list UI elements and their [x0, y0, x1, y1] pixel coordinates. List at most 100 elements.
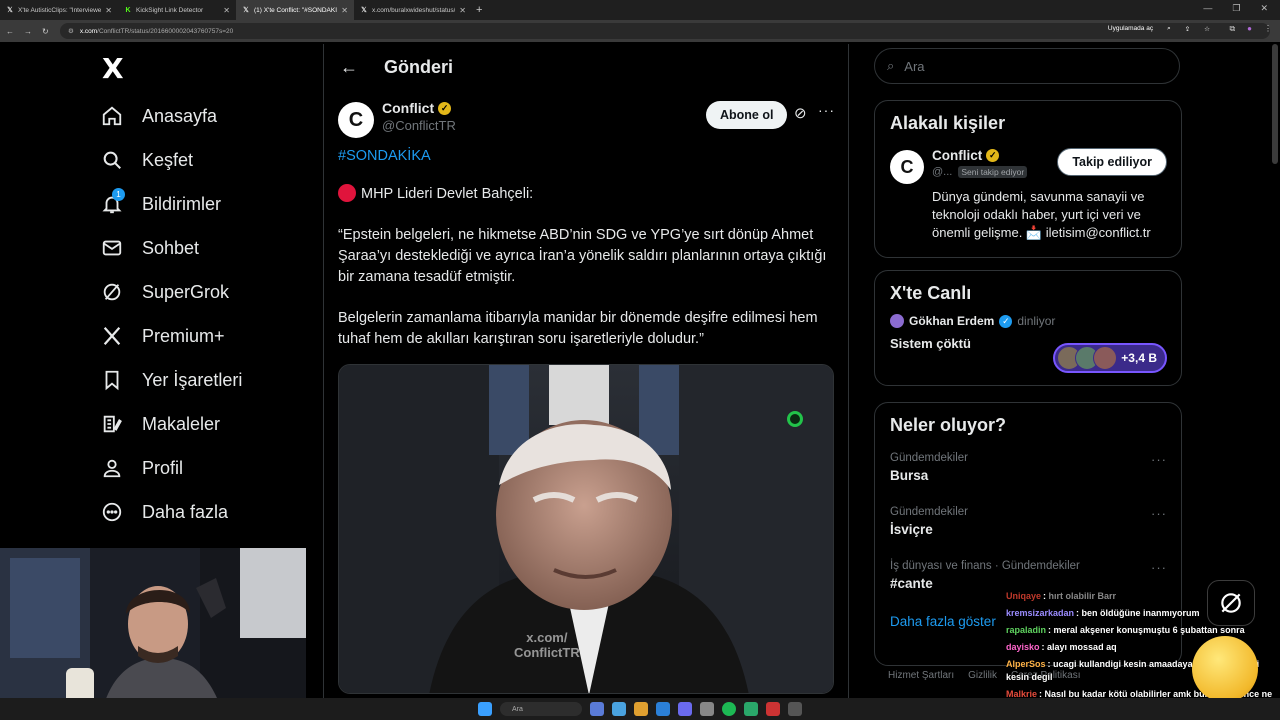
- footer-link[interactable]: Hizmet Şartları: [888, 670, 954, 681]
- nav-item-notifications[interactable]: 1 Bildirimler: [100, 182, 320, 226]
- footer-link[interactable]: Gizlilik: [968, 670, 997, 681]
- minimize-icon[interactable]: —: [1203, 3, 1212, 14]
- verified-badge-icon: ✓: [999, 314, 1013, 328]
- nav-item-more[interactable]: Daha fazla: [100, 490, 320, 534]
- more-options-icon[interactable]: ···: [1151, 506, 1167, 521]
- hashtag-link[interactable]: #SONDAKİKA: [338, 148, 834, 164]
- live-indicator-icon: [787, 411, 803, 427]
- author-name[interactable]: Conflict: [382, 100, 434, 116]
- app-icon[interactable]: [722, 702, 736, 716]
- chat-user: Uniqaye: [1006, 591, 1042, 601]
- more-options-icon[interactable]: ···: [1151, 560, 1167, 575]
- site-info-icon[interactable]: ⚙: [68, 27, 74, 35]
- windows-start-icon[interactable]: [478, 702, 492, 716]
- nav-item-profile[interactable]: Profil: [100, 446, 320, 490]
- post-line: MHP Lideri Devlet Bahçeli:: [338, 184, 834, 205]
- nav-label: Makaleler: [142, 413, 221, 434]
- x-favicon-icon: 𝕏: [361, 7, 367, 14]
- close-tab-icon[interactable]: ✕: [341, 6, 348, 15]
- address-bar[interactable]: ⚙ x.com/ConflictTR/status/20166000020437…: [60, 23, 1270, 39]
- nav-item-chat[interactable]: Sohbet: [100, 226, 320, 270]
- card-title: Alakalı kişiler: [890, 113, 1006, 133]
- nav-item-explore[interactable]: Keşfet: [100, 138, 320, 182]
- app-icon[interactable]: [590, 702, 604, 716]
- nav-label: Bildirimler: [142, 193, 222, 214]
- nav-item-premium[interactable]: Premium+: [100, 314, 320, 358]
- url-domain: x.com: [79, 27, 98, 35]
- page-scrollbar[interactable]: [1272, 44, 1278, 164]
- verified-badge-icon: ✓: [986, 149, 1000, 162]
- menu-kebab-icon[interactable]: ⋮: [1264, 24, 1272, 34]
- more-options-icon[interactable]: ···: [818, 102, 835, 118]
- more-options-icon[interactable]: ···: [1151, 452, 1167, 467]
- left-sidebar: X Anasayfa Keşfet 1 Bildirimler Sohbet S…: [100, 52, 320, 534]
- restore-icon[interactable]: ❐: [1232, 3, 1240, 14]
- bookmark-star-icon[interactable]: ☆: [1204, 25, 1210, 33]
- author-handle[interactable]: @ConflictTR: [382, 118, 456, 133]
- app-icon[interactable]: [634, 702, 648, 716]
- related-bio: Dünya gündemi, savunma sanayii ve teknol…: [932, 189, 1151, 240]
- app-icon[interactable]: [678, 702, 692, 716]
- trend-category: Gündemdekiler: [890, 506, 968, 518]
- nav-label: Daha fazla: [142, 501, 229, 522]
- host-name: Gökhan Erdem: [909, 314, 995, 328]
- nav-item-bookmarks[interactable]: Yer İşaretleri: [100, 358, 320, 402]
- app-icon[interactable]: [612, 702, 626, 716]
- grok-icon: [100, 280, 124, 304]
- following-button[interactable]: Takip ediliyor: [1057, 148, 1167, 176]
- nav-item-supergrok[interactable]: SuperGrok: [100, 270, 320, 314]
- close-window-icon[interactable]: ✕: [1260, 3, 1268, 14]
- chat-text: hırt olabilir Barr: [1048, 591, 1117, 601]
- related-handle: @...: [932, 166, 953, 178]
- new-tab-icon[interactable]: +: [476, 4, 482, 16]
- trend-item[interactable]: Gündemdekiler Bursa ···: [875, 442, 1181, 496]
- browser-tab[interactable]: 𝕏 X'te AutisticClips: "Interviewer: ✕: [0, 0, 118, 20]
- taskbar-search[interactable]: Ara: [500, 702, 582, 716]
- chat-message: rapaladin: meral akşener konuşmuştu 6 şu…: [1006, 625, 1245, 635]
- browser-tab[interactable]: 𝕏 x.com/buralxwideshut/status/2( ✕: [354, 0, 472, 20]
- taskbar-search-label: Ara: [512, 705, 523, 713]
- forward-nav-icon[interactable]: →: [24, 27, 32, 36]
- verified-badge-icon: ✓: [438, 101, 452, 115]
- zoom-icon[interactable]: ⌕: [1167, 25, 1171, 33]
- app-icon[interactable]: [788, 702, 802, 716]
- x-logo-icon[interactable]: X: [102, 52, 320, 86]
- app-icon[interactable]: [700, 702, 714, 716]
- related-avatar[interactable]: C: [890, 150, 924, 184]
- browser-tab[interactable]: K KickSight Link Detector ✕: [118, 0, 236, 20]
- close-tab-icon[interactable]: ✕: [105, 6, 112, 15]
- profile-avatar-icon[interactable]: ●: [1247, 24, 1252, 34]
- browser-tab-active[interactable]: 𝕏 (1) X'te Conflict: "#SONDAKİKA ✕: [236, 0, 354, 20]
- app-icon[interactable]: [656, 702, 670, 716]
- post-paragraph: “Epstein belgeleri, ne hikmetse ABD’nin …: [338, 227, 827, 285]
- post-video[interactable]: x.com/ConflictTR: [338, 364, 834, 694]
- listener-count: +3,4 B: [1121, 351, 1157, 365]
- tab-title: (1) X'te Conflict: "#SONDAKİKA: [254, 6, 338, 14]
- subscribe-button[interactable]: Abone ol: [706, 101, 788, 129]
- grok-icon[interactable]: ⊘: [794, 104, 807, 122]
- related-person[interactable]: C Conflict ✓ @... Seni takip ediyor Dünya …: [875, 134, 1181, 242]
- nav-item-articles[interactable]: Makaleler: [100, 402, 320, 446]
- app-icon[interactable]: [744, 702, 758, 716]
- related-name[interactable]: Conflict: [932, 148, 982, 163]
- main-column: ← Gönderi C Conflict ✓ @ConflictTR Abone …: [323, 44, 849, 720]
- more-circle-icon: [100, 500, 124, 524]
- search-input[interactable]: ⌕ Ara: [874, 48, 1180, 84]
- back-arrow-icon[interactable]: ←: [340, 57, 358, 78]
- close-tab-icon[interactable]: ✕: [459, 6, 466, 15]
- trend-item[interactable]: Gündemdekiler İsviçre ···: [875, 496, 1181, 550]
- home-icon: [100, 104, 124, 128]
- app-icon[interactable]: [766, 702, 780, 716]
- open-in-app-button[interactable]: Uygulamada aç: [1108, 25, 1153, 33]
- extensions-icon[interactable]: ⧉: [1229, 24, 1235, 34]
- browser-tab-bar: 𝕏 X'te AutisticClips: "Interviewer: ✕ K …: [0, 0, 1280, 20]
- nav-item-home[interactable]: Anasayfa: [100, 94, 320, 138]
- reload-icon[interactable]: ↻: [42, 27, 49, 36]
- back-nav-icon[interactable]: ←: [6, 27, 14, 36]
- author-avatar[interactable]: C: [338, 102, 374, 138]
- listeners-pill[interactable]: +3,4 B: [1053, 343, 1167, 373]
- close-tab-icon[interactable]: ✕: [223, 6, 230, 15]
- share-icon[interactable]: ⇪: [1185, 25, 1190, 33]
- host-status: dinliyor: [1017, 314, 1056, 328]
- x-premium-icon: [100, 324, 124, 348]
